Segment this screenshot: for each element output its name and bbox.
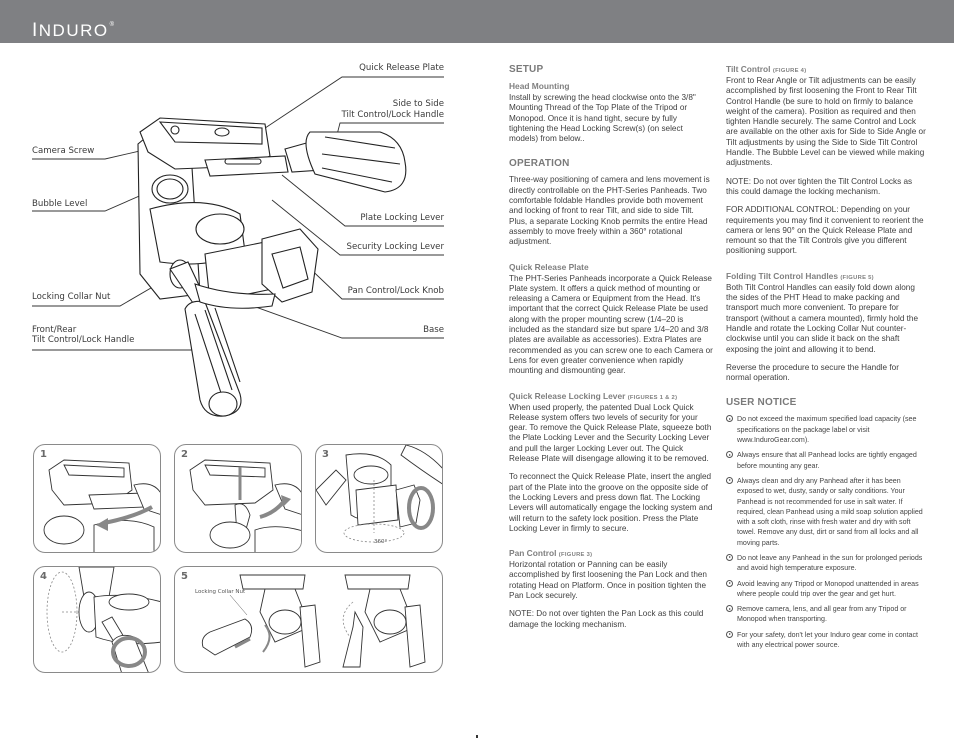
tilt-control-text-1: Front to Rear Angle or Tilt adjustments … <box>726 76 926 168</box>
figure-5-label: Locking Collar Nut <box>195 589 246 595</box>
notice-text: Do not leave any Panhead in the sun for … <box>737 553 923 573</box>
tilt-control-heading: Tilt Control (FIGURE 4) <box>726 64 926 74</box>
callout-locking-collar-nut: Locking Collar Nut <box>32 292 111 302</box>
panhead-diagram: Quick Release Plate Side to Side Tilt Co… <box>0 44 460 434</box>
folding-handles-text-2: Reverse the procedure to secure the Hand… <box>726 362 899 383</box>
head-mounting-heading: Head Mounting <box>509 81 570 91</box>
quick-release-plate-text: The PHT-Series Panheads incorporate a Qu… <box>509 273 713 376</box>
figure-4-number: 4 <box>40 571 47 582</box>
tilt-control-text-2: NOTE: Do not over tighten the Tilt Contr… <box>726 176 913 196</box>
figure-5-number: 5 <box>181 571 188 582</box>
callout-bubble-level: Bubble Level <box>32 199 88 209</box>
figure-3-illustration <box>316 445 442 543</box>
figure-1-number: 1 <box>40 449 47 460</box>
notice-text: Avoid leaving any Tripod or Monopod unat… <box>737 579 919 598</box>
callout-camera-screw: Camera Screw <box>32 146 95 156</box>
figure-5: 5 Locking Collar Nut <box>174 566 443 673</box>
figure-3-label: 360° <box>374 539 388 545</box>
tilt-control-text-3: FOR ADDITIONAL CONTROL: Depending on you… <box>726 205 924 256</box>
notice-item: Do not leave any Panhead in the sun for … <box>726 553 926 574</box>
operation-heading: OPERATION <box>509 158 570 170</box>
notice-item: For your safety, don't let your Induro g… <box>726 630 926 651</box>
callout-pan-control-lock-knob: Pan Control/Lock Knob <box>347 286 444 296</box>
figure-3: 3 360° <box>315 444 443 553</box>
pan-figure-ref: (FIGURE 3) <box>558 552 593 559</box>
quick-release-locking-lever-text-2: To reconnect the Quick Release Plate, in… <box>509 472 713 533</box>
notice-item: Always clean and dry any Panhead after i… <box>726 476 926 548</box>
notice-text: Do not exceed the maximum specified load… <box>737 415 917 445</box>
head-mounting-text: Install by screwing the head clockwise o… <box>509 93 696 144</box>
qrll-figure-ref: (FIGURES 1 & 2) <box>627 394 678 401</box>
figure-2-illustration <box>189 459 301 552</box>
text-column-2: Tilt Control (FIGURE 4) Front to Rear An… <box>726 64 926 655</box>
qrll-title: Quick Release Locking Lever <box>509 390 626 401</box>
figure-5-illustration <box>201 574 426 668</box>
pan-control-text-1: Horizontal rotation or Panning can be ea… <box>509 560 707 600</box>
notice-text: Always clean and dry any Panhead after i… <box>737 476 923 547</box>
notice-text: Remove camera, lens, and all gear from a… <box>737 605 907 624</box>
notice-text: Always ensure that all Panhead locks are… <box>737 451 917 470</box>
user-notice-heading: USER NOTICE <box>726 397 797 409</box>
callout-base: Base <box>423 325 444 335</box>
text-column-1: SETUP Head Mounting Install by screwing … <box>509 64 714 638</box>
figure-2-number: 2 <box>181 449 188 460</box>
pan-control-text-2: NOTE: Do not over tighten the Pan Lock a… <box>509 609 704 629</box>
tilt-title: Tilt Control <box>726 64 771 74</box>
folding-title: Folding Tilt Control Handles <box>726 270 838 281</box>
callout-front-rear-line2: Tilt Control/Lock Handle <box>32 335 135 345</box>
figure-1: 1 <box>33 444 161 553</box>
notice-item: Always ensure that all Panhead locks are… <box>726 450 926 471</box>
callout-quick-release-plate: Quick Release Plate <box>359 63 444 73</box>
pan-title: Pan Control <box>509 548 557 559</box>
circle-arrow-bullet-icon <box>726 476 733 484</box>
trademark-symbol: ® <box>109 22 116 28</box>
circle-arrow-bullet-icon <box>726 630 733 638</box>
quick-release-locking-lever-heading: Quick Release Locking Lever (FIGURES 1 &… <box>509 391 714 401</box>
callout-front-rear-line1: Front/Rear <box>32 325 77 335</box>
figure-1-illustration <box>43 459 160 552</box>
callout-side-to-side-line1: Side to Side <box>392 99 444 109</box>
user-notice-list: Do not exceed the maximum specified load… <box>726 414 926 650</box>
logo-rest: NDURO <box>38 21 109 40</box>
figure-3-number: 3 <box>322 449 329 460</box>
panhead-body <box>137 117 407 417</box>
callout-security-locking-lever: Security Locking Lever <box>346 242 444 252</box>
operation-text: Three-way positioning of camera and lens… <box>509 175 710 247</box>
circle-arrow-bullet-icon <box>726 553 733 561</box>
quick-release-locking-lever-text-1: When used properly, the patented Dual Lo… <box>509 402 712 464</box>
figure-2: 2 <box>174 444 302 553</box>
folding-handles-heading: Folding Tilt Control Handles (FIGURE 5) <box>726 271 926 281</box>
setup-heading: SETUP <box>509 64 544 75</box>
callout-side-to-side-line2: Tilt Control/Lock Handle <box>341 110 444 120</box>
quick-release-plate-heading: Quick Release Plate <box>509 261 589 272</box>
figure-4-illustration <box>46 567 160 672</box>
notice-item: Do not exceed the maximum specified load… <box>726 414 926 445</box>
logo-initial: I <box>32 20 39 41</box>
circle-arrow-bullet-icon <box>726 451 733 459</box>
notice-item: Avoid leaving any Tripod or Monopod unat… <box>726 579 926 600</box>
circle-arrow-bullet-icon <box>726 605 733 613</box>
folding-figure-ref: (FIGURE 5) <box>840 274 874 281</box>
notice-text: For your safety, don't let your Induro g… <box>737 630 919 650</box>
pan-control-heading: Pan Control (FIGURE 3) <box>509 548 714 558</box>
circle-arrow-bullet-icon <box>726 579 733 587</box>
notice-item: Remove camera, lens, and all gear from a… <box>726 604 926 625</box>
callout-plate-locking-lever: Plate Locking Lever <box>360 213 444 223</box>
header-bar: INDURO® <box>0 0 954 43</box>
panhead-illustration <box>32 76 444 417</box>
folding-handles-text-1: Both Tilt Control Handles can easily fol… <box>726 282 919 354</box>
circle-arrow-bullet-icon <box>726 415 733 423</box>
tilt-figure-ref: (FIGURE 4) <box>772 68 807 74</box>
figure-4: 4 <box>33 566 161 673</box>
induro-logo: INDURO® <box>32 20 116 42</box>
